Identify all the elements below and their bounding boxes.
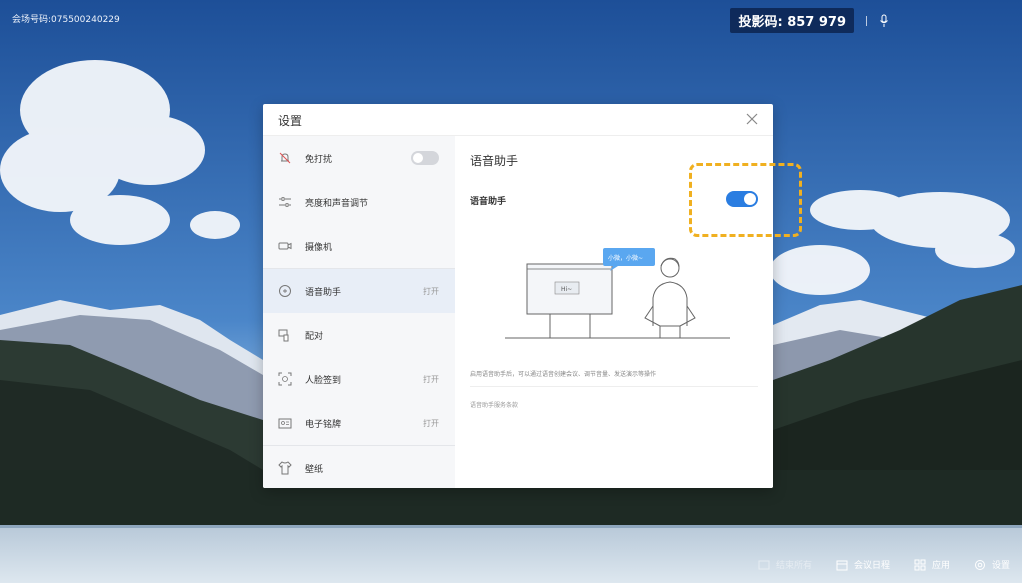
settings-button[interactable]: 设置: [974, 558, 1010, 571]
sidebar-item-pairing[interactable]: 配对: [263, 313, 455, 357]
end-all-button[interactable]: 结束所有: [758, 558, 812, 571]
terms-divider: [470, 386, 758, 387]
screen-greeting: Hi~: [561, 286, 572, 293]
dialog-title: 设置: [278, 114, 303, 128]
sidebar-item-label: 亮度和声音调节: [305, 198, 369, 209]
bottom-toolbar: 结束所有 会议日程 应用 设置: [758, 558, 1010, 571]
sidebar-item-status: 打开: [423, 374, 439, 384]
projection-code: 投影码: 857 979: [730, 8, 854, 33]
meeting-schedule-button[interactable]: 会议日程: [836, 558, 890, 571]
dialog-header: 设置: [263, 104, 773, 136]
settings-dialog: 设置 免打扰 亮度和声音调节 摄像机 语音助手 打开 配对 人脸签到 打开 电子…: [263, 104, 773, 488]
voice-assistant-illustration: Hi~ 小微，小微~: [505, 248, 730, 339]
settings-label: 设置: [991, 561, 1010, 571]
sidebar-item-face-checkin[interactable]: 人脸签到 打开: [263, 357, 455, 401]
voice-icon: [279, 285, 291, 297]
sidebar-item-label: 配对: [305, 331, 324, 342]
toggle-highlight-box: [689, 163, 802, 237]
sidebar-item-voice-assistant[interactable]: 语音助手 打开: [263, 269, 455, 313]
sidebar-item-label: 摄像机: [305, 242, 333, 253]
do-not-disturb-toggle[interactable]: [411, 151, 439, 165]
sidebar-item-camera[interactable]: 摄像机: [263, 224, 455, 268]
sidebar-item-do-not-disturb[interactable]: 免打扰: [263, 136, 455, 180]
sidebar-item-label: 电子铭牌: [305, 419, 342, 430]
sidebar-item-e-nameplate[interactable]: 电子铭牌 打开: [263, 401, 455, 445]
sidebar-item-brightness-sound[interactable]: 亮度和声音调节: [263, 180, 455, 224]
sidebar-item-label: 免打扰: [305, 154, 333, 165]
panel-title: 语音助手: [470, 154, 519, 168]
bell-off-icon: [279, 152, 291, 164]
sidebar-item-label: 壁纸: [305, 464, 324, 475]
apps-button[interactable]: 应用: [914, 558, 950, 571]
end-icon: [758, 560, 770, 569]
sliders-icon: [279, 197, 291, 207]
apps-icon: [914, 559, 926, 570]
bubble-text: 小微，小微~: [608, 254, 643, 262]
end-all-label: 结束所有: [775, 561, 812, 571]
sidebar-item-label: 语音助手: [305, 287, 342, 298]
pair-icon: [278, 329, 289, 342]
settings-sidebar: 免打扰 亮度和声音调节 摄像机 语音助手 打开 配对 人脸签到 打开 电子铭牌 …: [263, 136, 455, 488]
voice-assistant-description: 启用语音助手后，可以通过语音创建会议、调节音量、发送演示等操作: [470, 371, 657, 378]
sidebar-item-status: 打开: [423, 286, 439, 296]
face-scan-icon: [278, 372, 292, 386]
top-divider: [866, 15, 867, 26]
camera-icon: [278, 242, 292, 250]
nameplate-icon: [278, 418, 292, 429]
close-icon[interactable]: [745, 112, 759, 126]
gear-icon: [974, 559, 985, 570]
shirt-icon: [278, 461, 292, 475]
microphone-icon[interactable]: [879, 14, 889, 28]
meeting-id: 会场号码:075500240229: [12, 15, 120, 25]
sidebar-item-wallpaper[interactable]: 壁纸: [263, 446, 455, 488]
calendar-icon: [836, 560, 848, 570]
top-right-status: 投影码: 857 979: [730, 8, 889, 33]
sidebar-item-status: 打开: [423, 418, 439, 428]
sidebar-item-label: 人脸签到: [305, 375, 342, 386]
voice-assistant-toggle-label: 语音助手: [470, 197, 507, 207]
terms-link[interactable]: 语音助手服务条款: [470, 400, 518, 409]
apps-label: 应用: [931, 561, 950, 571]
meeting-schedule-label: 会议日程: [853, 561, 890, 571]
